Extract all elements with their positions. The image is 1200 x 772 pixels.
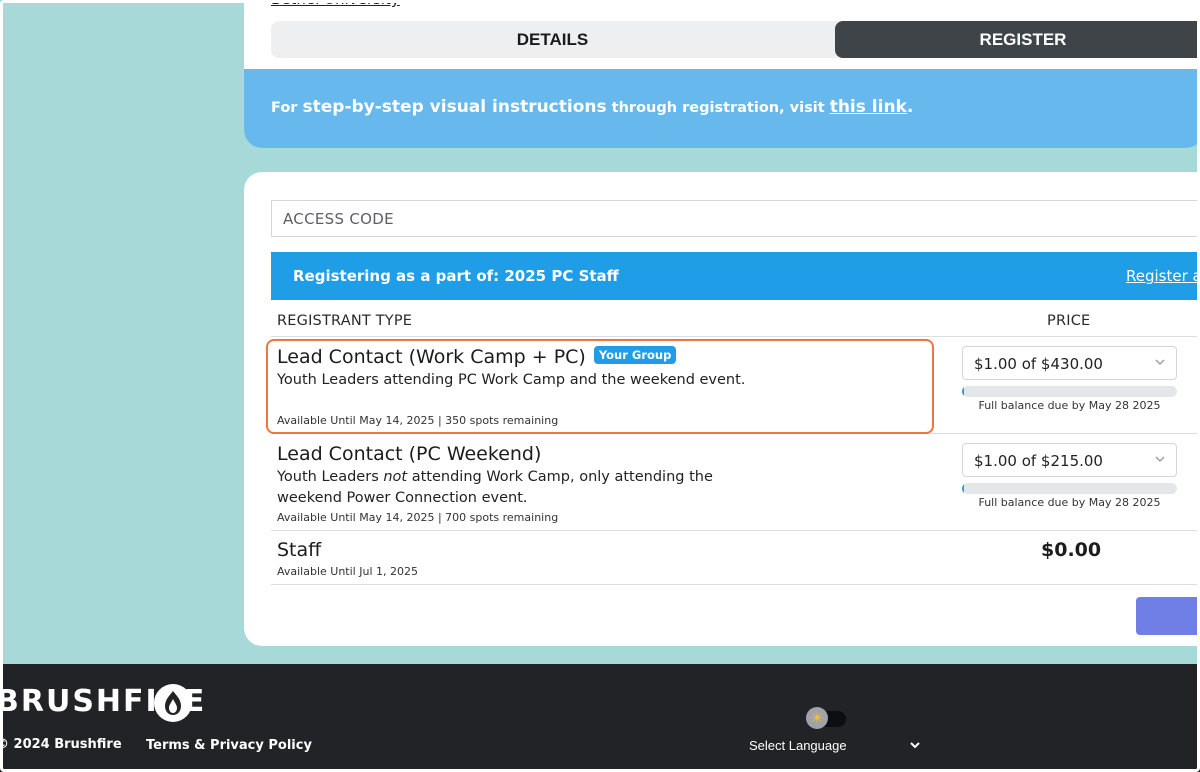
terms-privacy-link[interactable]: Terms & Privacy Policy bbox=[146, 738, 312, 753]
continue-button[interactable] bbox=[1136, 597, 1200, 635]
payment-progress-bar bbox=[962, 386, 1177, 397]
chevron-down-icon bbox=[1155, 456, 1165, 463]
column-header-registrant-type: REGISTRANT TYPE bbox=[277, 313, 413, 329]
payment-progress-bar bbox=[962, 483, 1177, 494]
instructions-link[interactable]: this link bbox=[830, 97, 907, 117]
column-header-price: PRICE bbox=[1047, 313, 1091, 329]
price-select[interactable]: $1.00 of $215.00 bbox=[962, 443, 1177, 477]
copyright-text: © 2024 Brushfire bbox=[0, 737, 122, 752]
registrant-row[interactable]: Staff Available Until Jul 1, 2025 $0.00 bbox=[271, 531, 1200, 585]
register-another-link[interactable]: Register a bbox=[1126, 267, 1200, 285]
description-pre: Youth Leaders bbox=[277, 469, 379, 485]
progress-fill bbox=[962, 386, 965, 397]
chevron-down-icon bbox=[1155, 359, 1165, 366]
instructions-bold: step-by-step visual instructions bbox=[302, 97, 607, 117]
progress-fill bbox=[962, 483, 965, 494]
instructions-banner: For step-by-step visual instructions thr… bbox=[244, 69, 1200, 148]
footer: BRUSHFIRE © 2024 Brushfire Terms & Priva… bbox=[0, 664, 1200, 772]
balance-due-text: Full balance due by May 28 2025 bbox=[978, 399, 1161, 412]
staff-price: $0.00 bbox=[1041, 539, 1102, 561]
tab-bar: DETAILS REGISTER bbox=[271, 21, 1200, 58]
instructions-text: For step-by-step visual instructions thr… bbox=[271, 97, 913, 117]
language-select-label: Select Language bbox=[749, 738, 847, 753]
registrant-name: Staff bbox=[277, 539, 322, 561]
selected-row-highlight bbox=[266, 339, 934, 434]
description-emphasis: not bbox=[383, 469, 408, 485]
registrant-name: Lead Contact (PC Weekend) bbox=[277, 443, 542, 465]
balance-due-text: Full balance due by May 28 2025 bbox=[978, 496, 1161, 509]
instructions-middle: through registration, visit bbox=[611, 100, 825, 116]
tab-details[interactable]: DETAILS bbox=[271, 21, 834, 58]
price-value: $1.00 of $430.00 bbox=[974, 355, 1103, 373]
registrant-row[interactable]: Lead Contact (PC Weekend) Youth Leaders … bbox=[271, 434, 1200, 531]
price-value: $1.00 of $215.00 bbox=[974, 452, 1103, 470]
theme-toggle[interactable]: ☀ bbox=[806, 707, 846, 729]
flame-logo-icon bbox=[154, 684, 192, 722]
sun-icon: ☀ bbox=[806, 707, 828, 729]
group-bar: Registering as a part of: 2025 PC Staff … bbox=[271, 252, 1200, 300]
language-select[interactable]: Select Language bbox=[749, 738, 924, 753]
access-code-input[interactable] bbox=[271, 200, 1200, 237]
event-header-card: Bethel University DETAILS REGISTER For s… bbox=[244, 0, 1200, 148]
university-link[interactable]: Bethel University bbox=[271, 0, 400, 8]
group-bar-text: Registering as a part of: 2025 PC Staff bbox=[293, 267, 619, 285]
instructions-suffix: . bbox=[906, 97, 914, 117]
instructions-prefix: For bbox=[271, 100, 298, 116]
registrant-description: Youth Leaders not attending Work Camp, o… bbox=[277, 467, 747, 509]
registrant-availability: Available Until May 14, 2025 | 700 spots… bbox=[277, 511, 559, 524]
registrant-availability: Available Until Jul 1, 2025 bbox=[277, 565, 418, 578]
chevron-down-icon bbox=[910, 742, 920, 749]
tab-register[interactable]: REGISTER bbox=[835, 21, 1200, 58]
price-select[interactable]: $1.00 of $430.00 bbox=[962, 346, 1177, 380]
